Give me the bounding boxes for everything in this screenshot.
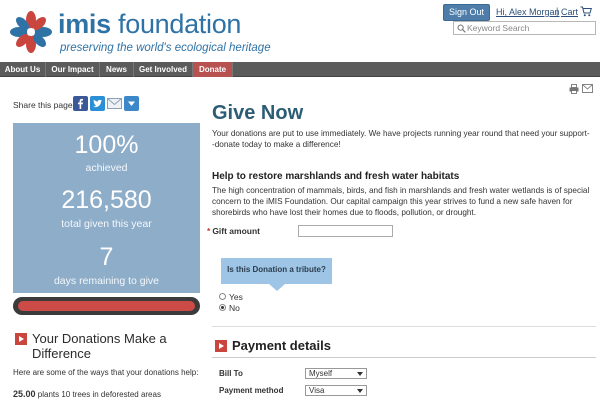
cart-link[interactable]: Cart xyxy=(561,7,578,17)
tribute-question-callout: Is this Donation a tribute? xyxy=(221,258,332,291)
nav-item-get-involved[interactable]: Get Involved xyxy=(134,62,193,77)
brand-tagline: preserving the world's ecological herita… xyxy=(60,42,271,54)
donation-impact-text: plants 10 trees in deforested areas xyxy=(37,390,161,399)
required-marker: * xyxy=(207,226,211,236)
intro-text: Your donations are put to use immediatel… xyxy=(212,129,590,149)
nav-item-donate[interactable]: Donate xyxy=(193,62,233,77)
flower-logo-icon xyxy=(10,11,52,53)
mail-icon[interactable] xyxy=(582,84,593,93)
chevron-down-icon xyxy=(357,372,363,376)
cart-icon[interactable] xyxy=(580,6,592,17)
donations-heading: Your Donations Make a Difference xyxy=(32,331,167,361)
chevron-down-icon xyxy=(357,389,363,393)
days-remaining-value: 7 xyxy=(99,243,114,271)
tribute-no-label: No xyxy=(229,303,240,313)
nav-item-news[interactable]: News xyxy=(100,62,134,77)
brand-name-rest: foundation xyxy=(110,9,242,39)
campaign-progress-bar xyxy=(13,297,200,315)
total-given-value: 216,580 xyxy=(61,186,152,214)
tribute-yes-radio[interactable] xyxy=(219,293,226,300)
campaign-heading: Help to restore marshlands and fresh wat… xyxy=(212,171,460,182)
achieved-value: 100% xyxy=(74,131,139,159)
nav-item-about-us[interactable]: About Us xyxy=(0,62,46,77)
achieved-label: achieved xyxy=(85,162,128,174)
bill-to-label: Bill To xyxy=(219,369,243,378)
section-divider xyxy=(212,326,596,327)
payment-method-select-value: Visa xyxy=(309,386,325,395)
tribute-yes-label: Yes xyxy=(229,292,243,302)
email-icon[interactable] xyxy=(107,96,122,111)
campaign-progress-fill xyxy=(18,301,195,311)
gift-amount-label-text: Gift amount xyxy=(212,226,261,236)
facebook-icon[interactable] xyxy=(73,96,88,111)
gift-amount-label: * Gift amount xyxy=(207,226,260,236)
logo[interactable]: imis foundation preserving the world's e… xyxy=(8,7,271,57)
share-label: Share this page xyxy=(13,100,73,110)
section-arrow-icon xyxy=(15,333,27,345)
payment-divider xyxy=(212,357,596,358)
bill-to-select-value: Myself xyxy=(309,369,333,378)
search-box[interactable] xyxy=(453,21,596,35)
nav-item-our-impact[interactable]: Our Impact xyxy=(46,62,100,77)
sign-out-button[interactable]: Sign Out xyxy=(443,4,490,21)
payment-heading: Payment details xyxy=(232,338,331,353)
days-remaining-label: days remaining to give xyxy=(53,275,160,287)
header-separator: | xyxy=(556,6,559,16)
payment-method-label: Payment method xyxy=(219,386,284,395)
total-given-label: total given this year xyxy=(61,218,152,230)
share-dropdown-icon[interactable] xyxy=(124,96,139,111)
search-input[interactable] xyxy=(467,22,593,34)
donation-impact-amount: 25.00 xyxy=(13,389,36,399)
gift-amount-input[interactable] xyxy=(298,225,393,237)
user-greeting-link[interactable]: Hi, Alex Morgan xyxy=(496,7,560,17)
brand-name: imis foundation xyxy=(58,9,241,40)
print-icon[interactable] xyxy=(569,84,579,94)
brand-name-strong: imis xyxy=(58,9,111,39)
campaign-stats-panel: 100% achieved 216,580 total given this y… xyxy=(13,123,200,293)
campaign-description: The high concentration of mammals, birds… xyxy=(212,186,590,217)
main-nav: About Us Our Impact News Get Involved Do… xyxy=(0,62,600,77)
bill-to-select[interactable]: Myself xyxy=(305,368,367,379)
tribute-no-radio[interactable] xyxy=(219,304,226,311)
donation-impact-item: 25.00 plants 10 trees in deforested area… xyxy=(13,389,161,399)
twitter-icon[interactable] xyxy=(90,96,105,111)
search-icon xyxy=(457,24,466,33)
donations-description: Here are some of the ways that your dona… xyxy=(13,368,199,377)
page-title: Give Now xyxy=(212,102,304,124)
payment-section-arrow-icon xyxy=(215,340,227,352)
payment-method-select[interactable]: Visa xyxy=(305,385,367,396)
